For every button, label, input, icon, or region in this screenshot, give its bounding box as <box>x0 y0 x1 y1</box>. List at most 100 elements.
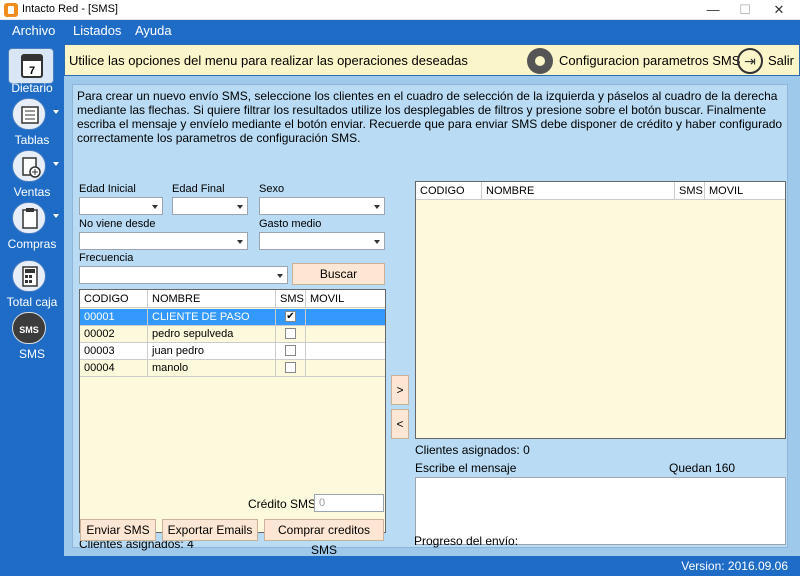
chevron-down-icon <box>53 110 59 114</box>
cell-movil <box>306 326 385 342</box>
cell-sms <box>276 326 306 342</box>
table-row[interactable]: 00002 pedro sepulveda <box>80 326 385 343</box>
chevron-down-icon <box>53 214 59 218</box>
maximize-button[interactable]: ☐ <box>730 0 760 20</box>
sms-checkbox[interactable] <box>285 345 296 356</box>
gasto-medio-select[interactable] <box>259 232 385 250</box>
no-viene-desde-select[interactable] <box>79 232 248 250</box>
title-bar: Intacto Red - [SMS] — ☐ ✕ <box>0 0 800 20</box>
frecuencia-select[interactable] <box>79 266 288 284</box>
label-frecuencia: Frecuencia <box>79 252 134 264</box>
menu-ayuda[interactable]: Ayuda <box>135 23 172 38</box>
instructions-text: Para crear un nuevo envío SMS, seleccion… <box>77 89 783 145</box>
col-movil[interactable]: MOVIL <box>306 290 385 308</box>
table-row[interactable]: 00001 CLIENTE DE PASO ✔ <box>80 309 385 326</box>
document-add-icon <box>12 150 46 182</box>
cell-movil <box>306 309 385 325</box>
exit-button[interactable]: Salir <box>768 53 794 68</box>
cell-nombre: pedro sepulveda <box>148 326 276 342</box>
col-codigo[interactable]: CODIGO <box>416 182 482 200</box>
main-area: Utilice las opciones del menu para reali… <box>64 44 800 556</box>
header-strip: Utilice las opciones del menu para reali… <box>64 44 800 76</box>
move-right-button[interactable]: > <box>391 375 409 405</box>
chevron-down-icon <box>237 240 243 244</box>
gear-icon[interactable] <box>527 48 553 74</box>
nav-label-total-caja: Total caja <box>6 295 58 309</box>
col-movil[interactable]: MOVIL <box>705 182 785 200</box>
nav-total-caja[interactable] <box>6 258 58 298</box>
table-row[interactable]: 00004 manolo <box>80 360 385 377</box>
menu-bar: Archivo Listados Ayuda <box>0 20 800 44</box>
cell-sms <box>276 360 306 376</box>
nav-ventas[interactable] <box>6 148 59 188</box>
cell-nombre: CLIENTE DE PASO <box>148 309 276 325</box>
header-instruction: Utilice las opciones del menu para reali… <box>69 53 468 68</box>
edad-final-select[interactable] <box>172 197 248 215</box>
exit-icon[interactable]: ⇥ <box>737 48 763 74</box>
sms-checkbox[interactable] <box>285 362 296 373</box>
export-emails-button[interactable]: Exportar Emails <box>162 519 258 541</box>
sms-checkbox[interactable] <box>285 328 296 339</box>
label-gasto-medio: Gasto medio <box>259 218 322 230</box>
left-navigation: 7 Dietario Tablas Ventas Compras Total c… <box>0 44 64 562</box>
status-bar: Version: 2016.09.06 <box>0 556 800 576</box>
cell-nombre: juan pedro <box>148 343 276 359</box>
version-label: Version: 2016.09.06 <box>681 559 788 573</box>
cell-sms <box>276 343 306 359</box>
menu-archivo[interactable]: Archivo <box>12 23 55 38</box>
calculator-icon <box>12 260 46 292</box>
cell-sms: ✔ <box>276 309 306 325</box>
col-sms[interactable]: SMS <box>276 290 306 308</box>
svg-text:7: 7 <box>29 65 35 77</box>
clients-grid-header: CODIGO NOMBRE SMS MOVIL <box>80 290 385 308</box>
sexo-select[interactable] <box>259 197 385 215</box>
label-edad-final: Edad Final <box>172 183 225 195</box>
clipboard-icon <box>12 202 46 234</box>
buy-credits-button[interactable]: Comprar creditos SMS <box>264 519 384 557</box>
list-icon <box>12 98 46 130</box>
col-codigo[interactable]: CODIGO <box>80 290 148 308</box>
cell-movil <box>306 343 385 359</box>
chevron-down-icon <box>374 240 380 244</box>
chevron-down-icon <box>237 205 243 209</box>
chevron-down-icon <box>53 162 59 166</box>
credit-input[interactable]: 0 <box>314 494 384 512</box>
nav-label-sms: SMS <box>18 347 45 361</box>
chevron-down-icon <box>277 274 283 278</box>
table-row[interactable]: 00003 juan pedro <box>80 343 385 360</box>
nav-compras[interactable] <box>6 200 59 240</box>
col-nombre[interactable]: NOMBRE <box>148 290 276 308</box>
search-button[interactable]: Buscar <box>292 263 385 285</box>
message-label: Escribe el mensaje <box>415 461 517 475</box>
sms-checkbox[interactable]: ✔ <box>285 311 296 322</box>
window-title: Intacto Red - [SMS] <box>22 3 118 15</box>
cell-movil <box>306 360 385 376</box>
edad-inicial-select[interactable] <box>79 197 163 215</box>
col-sms[interactable]: SMS <box>675 182 705 200</box>
app-icon <box>4 3 18 17</box>
col-nombre[interactable]: NOMBRE <box>482 182 675 200</box>
config-sms-button[interactable]: Configuracion parametros SMS <box>559 53 740 68</box>
sms-icon: SMS <box>12 312 46 344</box>
chevron-down-icon <box>152 205 158 209</box>
chevron-down-icon <box>374 205 380 209</box>
menu-listados[interactable]: Listados <box>73 23 121 38</box>
nav-label-compras: Compras <box>7 237 57 251</box>
cell-codigo: 00004 <box>80 360 148 376</box>
assigned-clients-grid[interactable]: CODIGO NOMBRE SMS MOVIL <box>415 181 786 439</box>
nav-label-ventas: Ventas <box>13 185 51 199</box>
nav-label-tablas: Tablas <box>14 133 50 147</box>
close-button[interactable]: ✕ <box>764 0 794 20</box>
assigned-grid-header: CODIGO NOMBRE SMS MOVIL <box>416 182 785 200</box>
move-left-button[interactable]: < <box>391 409 409 439</box>
nav-tablas[interactable] <box>6 96 59 136</box>
cell-nombre: manolo <box>148 360 276 376</box>
minimize-button[interactable]: — <box>698 0 728 20</box>
send-progress-label: Progreso del envío: <box>414 534 519 548</box>
cell-codigo: 00002 <box>80 326 148 342</box>
nav-sms[interactable]: SMS <box>6 310 58 350</box>
nav-dietario[interactable]: 7 <box>6 46 58 86</box>
sms-panel: Para crear un nuevo envío SMS, seleccion… <box>72 84 788 551</box>
credit-label: Crédito SMS <box>248 497 317 511</box>
send-sms-button[interactable]: Enviar SMS <box>80 519 156 541</box>
